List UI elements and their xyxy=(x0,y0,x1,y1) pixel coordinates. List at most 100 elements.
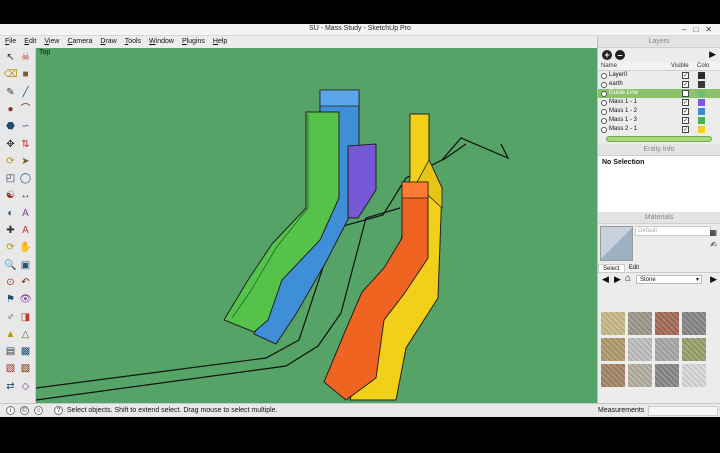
material-swatch[interactable] xyxy=(655,364,679,387)
create-material-icon[interactable]: ▦ xyxy=(709,228,717,237)
material-swatch[interactable] xyxy=(682,338,706,361)
section-plane-icon[interactable]: ◨ xyxy=(19,311,32,324)
active-layer-radio[interactable] xyxy=(601,117,607,124)
drape-icon[interactable]: ▧ xyxy=(4,362,17,375)
dimension-icon[interactable]: ↔ xyxy=(19,189,32,202)
orbit-icon[interactable]: ⟳ xyxy=(4,241,17,254)
layer-row[interactable]: Mass 1 - 2 ✓ xyxy=(598,107,720,116)
sandbox-from-contours-icon[interactable]: ▲ xyxy=(4,328,17,341)
offset-icon[interactable]: ◯ xyxy=(19,172,32,185)
active-layer-radio[interactable] xyxy=(601,108,607,115)
add-layer-icon[interactable]: + xyxy=(602,50,612,60)
active-layer-radio[interactable] xyxy=(601,99,607,106)
back-icon[interactable]: ◀ xyxy=(602,274,609,285)
layer-visible-checkbox[interactable]: ✓ xyxy=(682,81,689,88)
layers-scrollbar[interactable] xyxy=(606,136,712,142)
menu-file[interactable]: File xyxy=(5,38,16,45)
pan-icon[interactable]: ✋ xyxy=(19,241,32,254)
model-viewport[interactable]: Top xyxy=(36,48,597,403)
material-swatch[interactable] xyxy=(601,312,625,335)
add-detail-icon[interactable]: ▨ xyxy=(19,362,32,375)
active-layer-radio[interactable] xyxy=(601,72,607,79)
scale-icon[interactable]: ◰ xyxy=(4,172,17,185)
select-icon[interactable]: ↖ xyxy=(4,51,17,64)
pencil-icon[interactable]: ✎ xyxy=(4,86,17,99)
look-around-icon[interactable]: 👁 xyxy=(19,293,32,306)
layer-color-swatch[interactable] xyxy=(698,81,705,88)
rectangle-icon[interactable]: ■ xyxy=(19,68,32,81)
active-layer-radio[interactable] xyxy=(601,126,607,133)
paint-icon[interactable]: ✍ xyxy=(710,240,717,249)
tab-select[interactable]: Select xyxy=(598,264,625,272)
soften-icon[interactable]: ◇ xyxy=(19,380,32,393)
menu-edit[interactable]: Edit xyxy=(24,38,36,45)
material-swatch[interactable] xyxy=(628,364,652,387)
push-pull-icon[interactable]: ⇅ xyxy=(19,138,32,151)
text-icon[interactable]: A xyxy=(19,207,32,220)
menu-view[interactable]: View xyxy=(44,38,59,45)
measurements-field[interactable] xyxy=(648,406,718,416)
material-swatch[interactable] xyxy=(601,364,625,387)
col-name[interactable]: Name xyxy=(598,62,671,70)
eraser-icon[interactable]: ⌫ xyxy=(3,68,17,81)
menu-help[interactable]: Help xyxy=(213,38,227,45)
tape-measure-icon[interactable]: ☯ xyxy=(4,189,17,202)
col-color[interactable]: Colo xyxy=(697,62,709,70)
smoove-icon[interactable]: ▤ xyxy=(4,345,17,358)
menu-window[interactable]: Window xyxy=(149,38,174,45)
geo-location-icon[interactable]: i xyxy=(6,406,15,415)
layer-name[interactable]: Mass 1 - 1 xyxy=(609,98,671,107)
active-layer-radio[interactable] xyxy=(601,90,607,97)
polygon-icon[interactable]: ⬣ xyxy=(4,120,17,133)
layer-row[interactable]: Mass 1 - 3 ✓ xyxy=(598,116,720,125)
mass-1-1-shape[interactable] xyxy=(347,143,377,219)
layer-color-swatch[interactable] xyxy=(698,72,705,79)
position-camera-icon[interactable]: ⚑ xyxy=(4,293,17,306)
layer-name[interactable]: Mass 1 - 2 xyxy=(609,107,671,116)
layer-row[interactable]: Mass 1 - 1 ✓ xyxy=(598,98,720,107)
follow-me-icon[interactable]: ➤ xyxy=(19,155,32,168)
layer-color-swatch[interactable] xyxy=(698,99,705,106)
axes-icon[interactable]: ✚ xyxy=(4,224,17,237)
walk-icon[interactable]: ♂ xyxy=(4,311,17,324)
layer-name[interactable]: Layer0 xyxy=(609,71,671,80)
layer-color-swatch[interactable] xyxy=(698,108,705,115)
paint-bucket-icon[interactable]: ☠ xyxy=(19,51,32,64)
help-icon[interactable]: ? xyxy=(54,406,63,415)
layers-details-icon[interactable]: ▶ xyxy=(709,49,716,60)
layer-color-swatch[interactable] xyxy=(698,117,705,124)
circle-icon[interactable]: ● xyxy=(4,103,17,116)
details-icon[interactable]: ▶ xyxy=(710,274,717,285)
minimize-icon[interactable]: – xyxy=(682,24,686,36)
material-swatch[interactable] xyxy=(682,312,706,335)
layer-visible-checkbox[interactable]: ✓ xyxy=(682,126,689,133)
rotate-icon[interactable]: ⟳ xyxy=(4,155,17,168)
home-icon[interactable]: ⌂ xyxy=(625,273,631,284)
zoom-window-icon[interactable]: ▣ xyxy=(19,259,32,272)
layer-name[interactable]: Guide Line xyxy=(609,89,671,98)
layer-row[interactable]: Layer0 ✓ xyxy=(598,71,720,80)
menu-draw[interactable]: Draw xyxy=(100,38,116,45)
layer-color-swatch[interactable] xyxy=(698,90,705,97)
material-swatch[interactable] xyxy=(682,364,706,387)
layer-row[interactable]: earth ✓ xyxy=(598,80,720,89)
layer-row[interactable]: Mass 2 - 1 ✓ xyxy=(598,125,720,134)
layer-visible-checkbox[interactable]: ✓ xyxy=(682,99,689,106)
material-swatch[interactable] xyxy=(601,338,625,361)
tab-edit[interactable]: Edit xyxy=(625,264,643,272)
flip-edge-icon[interactable]: ⇄ xyxy=(4,380,17,393)
credits-icon[interactable]: © xyxy=(20,406,29,415)
3d-text-icon[interactable]: A xyxy=(19,224,32,237)
freehand-icon[interactable]: ∽ xyxy=(19,120,32,133)
layer-visible-checkbox[interactable]: ✓ xyxy=(682,72,689,79)
move-icon[interactable]: ✥ xyxy=(4,138,17,151)
material-swatch[interactable] xyxy=(628,312,652,335)
close-icon[interactable]: ✕ xyxy=(705,24,712,36)
layer-color-swatch[interactable] xyxy=(698,126,705,133)
material-collection-select[interactable]: Stone ▾ xyxy=(636,275,702,284)
material-swatch[interactable] xyxy=(655,312,679,335)
layer-name[interactable]: Mass 1 - 3 xyxy=(609,116,671,125)
zoom-icon[interactable]: 🔍 xyxy=(4,259,17,272)
menu-camera[interactable]: Camera xyxy=(67,38,92,45)
layer-row[interactable]: Guide Line xyxy=(598,89,720,98)
